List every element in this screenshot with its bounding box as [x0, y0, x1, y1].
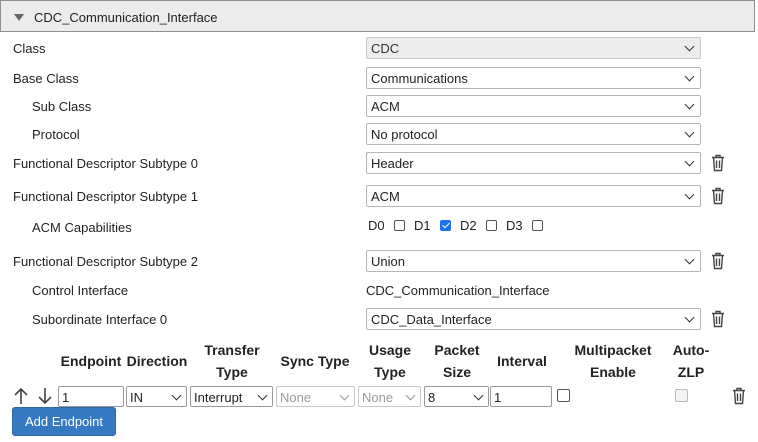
chevron-down-icon [684, 312, 695, 323]
sync-type-select: None [276, 386, 355, 407]
acm-cap-d3-checkbox[interactable] [532, 220, 543, 231]
class-select-value: CDC [371, 41, 400, 56]
collapse-triangle-icon[interactable] [14, 14, 24, 21]
col-header-packet-size: Packet Size [434, 342, 480, 380]
trash-icon[interactable] [711, 154, 725, 172]
base-class-select[interactable]: Communications [366, 67, 701, 89]
control-interface-value: CDC_Communication_Interface [366, 283, 550, 298]
chevron-down-icon [684, 41, 695, 52]
packet-size-select[interactable]: 8 [424, 386, 489, 407]
col-header-auto-zlp: Auto-ZLP [672, 342, 710, 380]
col-header-usage-type: Usage Type [368, 342, 412, 380]
endpoint-number-input[interactable]: 1 [58, 386, 124, 407]
sub-class-label: Sub Class [32, 99, 92, 114]
fds1-label: Functional Descriptor Subtype 1 [13, 189, 198, 204]
acm-cap-d0-checkbox[interactable] [394, 220, 405, 231]
fds0-label: Functional Descriptor Subtype 0 [13, 156, 198, 171]
section-header[interactable]: CDC_Communication_Interface [0, 0, 755, 32]
arrow-down-icon[interactable] [37, 386, 53, 406]
col-header-direction: Direction [126, 353, 188, 369]
direction-value: IN [130, 390, 143, 405]
chevron-down-icon [684, 156, 695, 167]
trash-icon[interactable] [711, 252, 725, 270]
interval-input[interactable]: 1 [490, 386, 552, 407]
chevron-down-icon [684, 71, 695, 82]
chevron-down-icon [405, 390, 416, 401]
sub-class-select-value: ACM [371, 99, 400, 114]
protocol-select[interactable]: No protocol [366, 123, 701, 145]
class-label: Class [13, 41, 46, 56]
trash-icon[interactable] [711, 187, 725, 205]
acm-cap-d3-label: D3 [506, 218, 523, 233]
acm-capabilities-label: ACM Capabilities [32, 220, 132, 235]
col-header-multipacket-enable: Multipacket Enable [574, 342, 652, 380]
chevron-down-icon [684, 189, 695, 200]
col-header-transfer-type: Transfer Type [204, 342, 260, 380]
trash-icon[interactable] [711, 310, 725, 328]
col-header-endpoint: Endpoint [60, 353, 122, 369]
base-class-label: Base Class [13, 71, 79, 86]
chevron-down-icon [684, 254, 695, 265]
transfer-type-value: Interrupt [194, 390, 243, 405]
subordinate-interface-select[interactable]: CDC_Data_Interface [366, 308, 701, 330]
fds2-label: Functional Descriptor Subtype 2 [13, 254, 198, 269]
subordinate-interface-label: Subordinate Interface 0 [32, 312, 168, 327]
protocol-select-value: No protocol [371, 127, 438, 142]
subordinate-interface-select-value: CDC_Data_Interface [371, 312, 492, 327]
trash-icon[interactable] [732, 387, 746, 405]
interval-value: 1 [494, 390, 502, 405]
chevron-down-icon [171, 390, 182, 401]
acm-cap-d1-label: D1 [414, 218, 431, 233]
sync-type-value: None [280, 390, 312, 405]
chevron-down-icon [339, 390, 350, 401]
acm-cap-d0-label: D0 [368, 218, 385, 233]
col-header-interval: Interval [497, 353, 547, 369]
endpoint-number-value: 1 [62, 390, 70, 405]
protocol-label: Protocol [32, 127, 80, 142]
fds1-select[interactable]: ACM [366, 185, 701, 207]
chevron-down-icon [473, 390, 484, 401]
acm-cap-d1-checkbox[interactable] [440, 220, 451, 231]
sub-class-select[interactable]: ACM [366, 95, 701, 117]
fds2-select[interactable]: Union [366, 250, 701, 272]
acm-cap-d2-checkbox[interactable] [486, 220, 497, 231]
fds0-select-value: Header [371, 156, 414, 171]
acm-cap-d2-label: D2 [460, 218, 477, 233]
multipacket-enable-checkbox[interactable] [557, 389, 570, 402]
direction-select[interactable]: IN [126, 386, 187, 407]
fds2-select-value: Union [371, 254, 405, 269]
arrow-up-icon[interactable] [13, 386, 29, 406]
base-class-select-value: Communications [371, 71, 468, 86]
usage-type-select: None [358, 386, 421, 407]
packet-size-value: 8 [428, 390, 436, 405]
add-endpoint-button[interactable]: Add Endpoint [12, 407, 116, 436]
section-title: CDC_Communication_Interface [34, 10, 218, 25]
class-select: CDC [366, 37, 701, 59]
control-interface-label: Control Interface [32, 283, 129, 298]
fds0-select[interactable]: Header [366, 152, 701, 174]
usage-type-value: None [362, 390, 394, 405]
chevron-down-icon [684, 99, 695, 110]
chevron-down-icon [684, 127, 695, 138]
fds1-select-value: ACM [371, 189, 400, 204]
col-header-sync-type: Sync Type [280, 353, 350, 369]
chevron-down-icon [257, 390, 268, 401]
transfer-type-select[interactable]: Interrupt [190, 386, 273, 407]
auto-zlp-checkbox [675, 389, 688, 402]
